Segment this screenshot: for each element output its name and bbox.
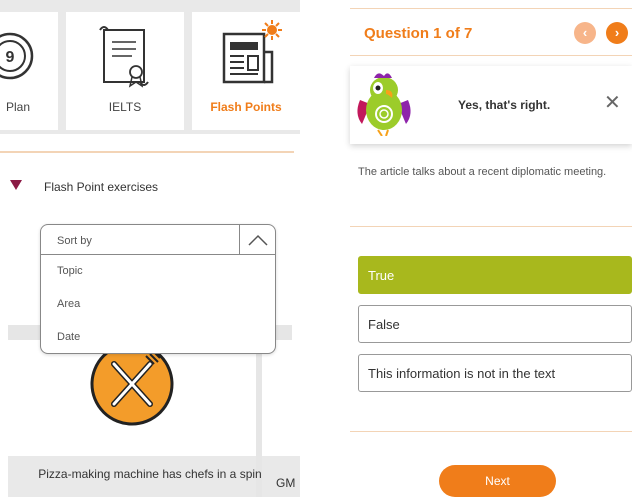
sort-label: Sort by [57,235,92,247]
divider [350,55,632,56]
question-counter: Question 1 of 7 [364,25,473,42]
quiz-panel: Question 1 of 7 ‹ › Yes, that's right. ✕… [344,0,632,497]
previous-question-button[interactable]: ‹ [574,22,596,44]
sort-option-topic[interactable]: Topic [57,265,83,277]
newspaper-icon [222,20,282,84]
flash-points-panel: 9 Plan IELTS Flash Points Flash Point ex… [0,0,300,497]
sort-dropdown[interactable]: Sort by Topic Area Date [40,224,276,354]
sort-dropdown-header[interactable]: Sort by [41,225,275,255]
sort-toggle[interactable] [239,225,275,255]
question-statement: The article talks about a recent diploma… [358,166,607,178]
next-question-button[interactable]: › [606,22,628,44]
tile-flash-points[interactable]: Flash Points [192,12,300,130]
answer-option-false[interactable]: False [358,305,632,343]
section-heading: Flash Point exercises [44,180,159,194]
next-button[interactable]: Next [439,465,556,497]
exercise-card-2-title[interactable]: GM [276,476,295,490]
parrot-mascot-icon [357,73,411,136]
category-tiles: 9 Plan IELTS Flash Points [0,0,300,134]
chevron-left-icon: ‹ [582,25,588,40]
tile-plan-label: Plan [6,100,31,114]
app-root: 9 Plan IELTS Flash Points Flash Point ex… [0,0,632,497]
tile-ielts-label: IELTS [108,100,142,114]
tile-flash-points-label: Flash Points [210,100,282,114]
divider [0,151,294,153]
divider [350,431,632,432]
chevron-right-icon: › [614,25,620,40]
sort-option-date[interactable]: Date [57,331,80,343]
certificate-icon [99,26,149,88]
collapse-caret-icon[interactable] [10,180,22,190]
tile-ielts[interactable]: IELTS [66,12,184,130]
knife-fork-icon [90,342,174,426]
feedback-text: Yes, that's right. [458,98,551,112]
answer-option-true[interactable]: True [358,256,632,294]
plan-icon: 9 [0,32,34,80]
close-icon[interactable]: ✕ [604,90,621,115]
sort-option-area[interactable]: Area [57,298,80,310]
divider [350,226,632,227]
answer-option-not-in-text[interactable]: This information is not in the text [358,354,632,392]
svg-text:9: 9 [6,49,15,66]
chevron-up-icon [248,234,268,246]
exercise-card-title[interactable]: Pizza-making machine has chefs in a spin [8,465,292,483]
divider [350,8,632,9]
tile-plan[interactable]: 9 Plan [0,12,58,130]
